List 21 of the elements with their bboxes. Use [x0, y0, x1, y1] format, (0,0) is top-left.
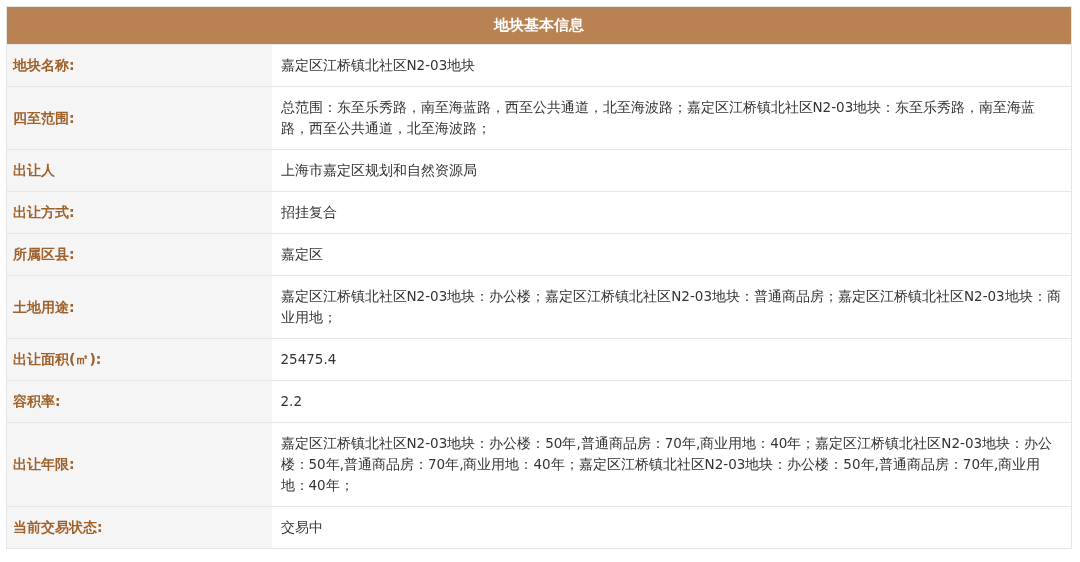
- field-label: 出让人: [6, 149, 272, 192]
- field-label: 地块名称:: [6, 44, 272, 87]
- field-value: 招挂复合: [271, 191, 1072, 234]
- field-label: 当前交易状态:: [6, 506, 272, 549]
- field-label: 四至范围:: [6, 86, 272, 150]
- field-value: 嘉定区江桥镇北社区N2-03地块：办公楼；嘉定区江桥镇北社区N2-03地块：普通商品房；嘉定区江桥镇北社区N2-03地块：商业用地；: [271, 275, 1072, 339]
- field-label: 出让方式:: [6, 191, 272, 234]
- field-value: 上海市嘉定区规划和自然资源局: [271, 149, 1072, 192]
- field-label: 出让面积(㎡):: [6, 338, 272, 381]
- field-label: 出让年限:: [6, 422, 272, 507]
- field-value: 交易中: [271, 506, 1072, 549]
- field-value: 2.2: [271, 380, 1072, 423]
- field-label: 容积率:: [6, 380, 272, 423]
- field-value: 嘉定区: [271, 233, 1072, 276]
- field-value: 25475.4: [271, 338, 1072, 381]
- field-value: 总范围：东至乐秀路，南至海蓝路，西至公共通道，北至海波路；嘉定区江桥镇北社区N2-03地块：东至乐秀路，南至海蓝路，西至公共通道，北至海波路；: [271, 86, 1072, 150]
- table-title: 地块基本信息: [6, 6, 1072, 45]
- field-label: 土地用途:: [6, 275, 272, 339]
- field-value: 嘉定区江桥镇北社区N2-03地块: [271, 44, 1072, 87]
- field-label: 所属区县:: [6, 233, 272, 276]
- field-value: 嘉定区江桥镇北社区N2-03地块：办公楼：50年,普通商品房：70年,商业用地：40年；嘉定区江桥镇北社区N2-03地块：办公楼：50年,普通商品房：70年,商业用地：40年；嘉定区江桥镇北社区N2-03地块：办公楼：50年,普通商品房：70年,商业用地：40年；: [271, 422, 1072, 507]
